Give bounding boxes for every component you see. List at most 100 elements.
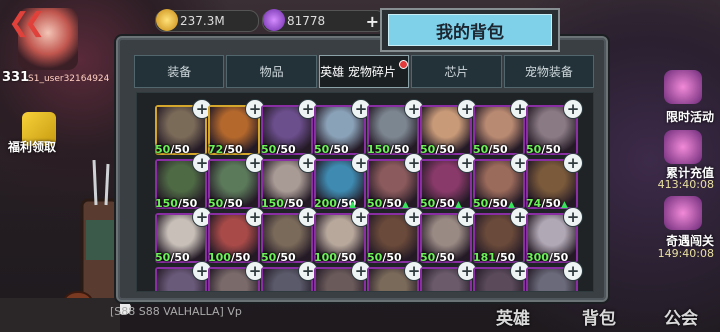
- tab-fragments-label: 英雄 宠物碎片: [320, 65, 396, 79]
- hero-fragment-slot[interactable]: +50/50: [155, 207, 212, 264]
- backpack-tabs: 装备 物品 英雄 宠物碎片 芯片 宠物装备: [134, 55, 595, 88]
- hero-fragment-slot[interactable]: +50/50: [208, 153, 265, 210]
- hero-fragment-slot[interactable]: +150/50: [155, 153, 212, 210]
- fragment-count: 50/50: [420, 251, 455, 264]
- fragment-grid-area: +50/50 +72/50 +50/50 +50/50 +150/50 +50/50 +50…: [136, 92, 594, 292]
- nav-backpack[interactable]: 背包: [582, 304, 616, 329]
- fragment-have: 300: [526, 251, 549, 264]
- hero-fragment-slot[interactable]: +74/50 ▲: [526, 153, 583, 210]
- fragment-need: 50: [227, 143, 243, 156]
- hero-fragment-slot[interactable]: +50/50: [155, 99, 212, 156]
- tab-items[interactable]: 物品: [226, 55, 317, 88]
- hero-fragment-slot[interactable]: +50/50 ▲: [420, 153, 477, 210]
- fragment-count: 50/50: [155, 251, 190, 264]
- fragment-have: 50: [367, 197, 383, 210]
- hero-fragment-slot[interactable]: +200/50 ▲: [314, 153, 371, 210]
- fragment-need: 50: [492, 197, 508, 210]
- fragment-have: 50: [420, 143, 436, 156]
- hero-fragment-slot[interactable]: +50/50: [526, 99, 583, 156]
- fragment-have: 100: [314, 251, 337, 264]
- tab-equipment[interactable]: 装备: [134, 55, 225, 88]
- fragment-need: 50: [439, 197, 455, 210]
- limited-event-icon[interactable]: [664, 70, 702, 104]
- fragment-count: 300/50: [526, 251, 569, 264]
- hero-fragment-slot[interactable]: +150/50: [261, 153, 318, 210]
- fragment-count: 72/50: [208, 143, 243, 156]
- hero-fragment-slot[interactable]: +: [473, 261, 530, 291]
- hero-fragment-slot[interactable]: +50/50 ▲: [367, 153, 424, 210]
- recharge-event-icon[interactable]: [664, 130, 702, 164]
- hero-fragment-slot[interactable]: +72/50: [208, 99, 265, 156]
- fragment-have: 50: [526, 143, 542, 156]
- fragment-need: 50: [439, 143, 455, 156]
- fragment-have: 50: [261, 251, 277, 264]
- fragment-have: 50: [473, 197, 489, 210]
- back-button[interactable]: ❮❮: [8, 8, 45, 38]
- hero-fragment-slot[interactable]: +50/50: [420, 207, 477, 264]
- fragment-count: 150/50: [155, 197, 198, 210]
- tab-hero-pet-fragments[interactable]: 英雄 宠物碎片: [318, 55, 410, 88]
- hero-fragment-slot[interactable]: +: [526, 261, 583, 291]
- fragment-have: 50: [420, 251, 436, 264]
- fragment-have: 74: [526, 197, 542, 210]
- add-fragment-icon[interactable]: +: [563, 207, 583, 227]
- gem-counter: 81778 +: [262, 9, 386, 32]
- fragment-count: 150/50: [367, 143, 410, 156]
- hero-fragment-slot[interactable]: +50/50: [473, 99, 530, 156]
- fragment-count: 50/50: [208, 197, 243, 210]
- hero-fragment-slot[interactable]: +50/50 ▲: [473, 153, 530, 210]
- fragment-count: 50/50: [526, 143, 561, 156]
- hero-fragment-slot[interactable]: +100/50: [314, 207, 371, 264]
- hero-fragment-slot[interactable]: +: [155, 261, 212, 291]
- fragment-count: 100/50: [314, 251, 357, 264]
- hero-fragment-slot[interactable]: +50/50: [314, 99, 371, 156]
- hero-fragment-slot[interactable]: +: [367, 261, 424, 291]
- fragment-have: 50: [314, 143, 330, 156]
- tab-chips[interactable]: 芯片: [411, 55, 502, 88]
- hero-fragment-slot[interactable]: +50/50: [261, 207, 318, 264]
- hero-fragment-slot[interactable]: +181/50: [473, 207, 530, 264]
- hero-fragment-slot[interactable]: +: [261, 261, 318, 291]
- tab-items-label: 物品: [259, 65, 284, 79]
- hero-fragment-slot[interactable]: +50/50: [367, 207, 424, 264]
- fragment-count: 50/50: [314, 143, 349, 156]
- fragment-have: 200: [314, 197, 337, 210]
- fragment-count: 50/50: [367, 197, 402, 210]
- fragment-need: 50: [492, 143, 508, 156]
- add-fragment-icon[interactable]: +: [563, 99, 583, 119]
- gem-amount: 81778: [287, 14, 326, 28]
- welfare-event-label: 福利领取: [8, 140, 57, 154]
- hero-fragment-slot[interactable]: +150/50: [367, 99, 424, 156]
- hero-fragment-slot[interactable]: +100/50: [208, 207, 265, 264]
- player-username: S1_user32164924: [28, 74, 110, 84]
- hero-fragment-slot[interactable]: +50/50: [261, 99, 318, 156]
- adventure-event-icon[interactable]: [664, 196, 702, 230]
- nav-heroes[interactable]: 英雄: [496, 304, 530, 329]
- fragment-have: 100: [208, 251, 231, 264]
- fragment-have: 181: [473, 251, 496, 264]
- fragment-count: 74/50: [526, 197, 561, 210]
- fragment-count: 50/50: [420, 197, 455, 210]
- hero-fragment-slot[interactable]: +: [314, 261, 371, 291]
- add-gems-button[interactable]: +: [366, 12, 379, 31]
- fragment-need: 50: [280, 251, 296, 264]
- fragment-have: 50: [473, 143, 489, 156]
- chat-preview[interactable]: [S88 S88 VALHALLA] Vp: [110, 305, 242, 318]
- fragment-need: 50: [333, 143, 349, 156]
- fragment-count: 50/50: [473, 143, 508, 156]
- fragment-need: 50: [227, 197, 243, 210]
- tab-pet-equipment[interactable]: 宠物装备: [503, 55, 595, 88]
- add-fragment-icon[interactable]: +: [563, 153, 583, 173]
- add-fragment-icon[interactable]: +: [563, 261, 583, 281]
- fragment-grid: +50/50 +72/50 +50/50 +50/50 +150/50 +50/50 +50…: [155, 99, 583, 291]
- fragment-have: 150: [155, 197, 178, 210]
- coin-counter: 237.3M: [155, 9, 259, 32]
- right-event-column: 限时活动 累计充值 413:40:08 奇遇闯关 149:40:08: [640, 0, 720, 332]
- hero-fragment-slot[interactable]: +: [420, 261, 477, 291]
- hero-fragment-slot[interactable]: +50/50: [420, 99, 477, 156]
- fragment-need: 50: [174, 251, 190, 264]
- hero-fragment-slot[interactable]: +300/50: [526, 207, 583, 264]
- hero-fragment-slot[interactable]: +: [208, 261, 265, 291]
- notification-dot-icon: [398, 60, 408, 69]
- nav-guild[interactable]: 公会: [664, 304, 698, 329]
